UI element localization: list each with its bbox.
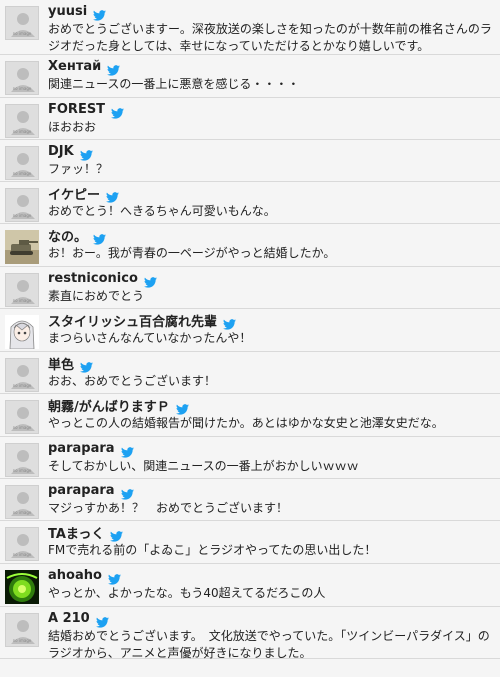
user-name[interactable]: yuusi — [48, 4, 87, 19]
tweet-item: スタイリッシュ百合腐れ先輩 まつらいさんなんていなかったんや！ — [0, 309, 500, 352]
tweet-item: no image 単色 おお、おめでとうございます！ — [0, 352, 500, 394]
tweet-text: やっとか、よかったな。もう40超えてるだろこの人 — [48, 586, 326, 600]
twitter-bird-icon[interactable] — [110, 527, 124, 542]
no-image-label: no image — [12, 425, 32, 430]
twitter-bird-icon[interactable] — [175, 400, 189, 415]
avatar[interactable]: no image — [5, 6, 39, 40]
tweet-text: おめでとう！へきるちゃん可愛いもんな。 — [48, 204, 276, 218]
user-name[interactable]: 朝霧/がんばりますＰ — [48, 396, 170, 415]
tweet-item: no image restniconico 素直におめでとう — [0, 267, 500, 309]
user-name[interactable]: A 210 — [48, 611, 90, 626]
twitter-bird-icon[interactable] — [107, 570, 121, 585]
avatar[interactable]: no image — [5, 358, 39, 392]
no-image-label: no image — [12, 86, 32, 91]
tweet-item: ahoaho やっとか、よかったな。もう40超えてるだろこの人 — [0, 564, 500, 607]
twitter-bird-icon[interactable] — [120, 485, 134, 500]
no-image-label: no image — [12, 383, 32, 388]
tweet-text: ほおおお — [48, 120, 97, 134]
user-name[interactable]: DJK — [48, 144, 74, 159]
tweet-item: no image parapara マジっすかあ！？ おめでとうございます！ — [0, 479, 500, 521]
tweet-text: 結婚おめでとうございます。 文化放送でやっていた。「ツインビーパラダイス」のラジ… — [48, 629, 490, 660]
tweet-item: no image parapara そしておかしい、関連ニュースの一番上がおかしいｗ… — [0, 437, 500, 479]
avatar[interactable]: no image — [5, 273, 39, 307]
tweet-text: おお、おめでとうございます！ — [48, 374, 217, 388]
avatar[interactable]: no image — [5, 188, 39, 222]
twitter-bird-icon[interactable] — [143, 273, 157, 288]
no-image-label: no image — [12, 552, 32, 557]
no-image-label: no image — [12, 638, 32, 643]
user-name[interactable]: FOREST — [48, 102, 105, 117]
twitter-bird-icon[interactable] — [95, 613, 109, 628]
avatar[interactable] — [5, 315, 39, 349]
tweet-text: おめでとうございますー。深夜放送の楽しさを知ったのが十数年前の椎名さんのラジオだ… — [48, 22, 492, 53]
no-image-label: no image — [12, 213, 32, 218]
tweet-item: なの。 お！おー。我が青春の一ページがやっと結婚したか。 — [0, 224, 500, 267]
user-name[interactable]: TAまっく — [48, 523, 104, 542]
no-image-label: no image — [12, 171, 32, 176]
tweet-item: no image 朝霧/がんばりますＰ やっとこの人の結婚報告が聞けたか。あとはゆか… — [0, 394, 500, 437]
user-name[interactable]: parapara — [48, 441, 115, 456]
tweet-list: no image yuusi おめでとうございますー。深夜放送の楽しさを知ったのが十… — [0, 0, 500, 660]
twitter-bird-icon[interactable] — [120, 443, 134, 458]
avatar[interactable]: no image — [5, 443, 39, 477]
user-name[interactable]: スタイリッシュ百合腐れ先輩 — [48, 311, 217, 330]
avatar[interactable]: no image — [5, 527, 39, 561]
tweet-text: ファッ！？ — [48, 162, 109, 176]
no-image-label: no image — [12, 298, 32, 303]
tweet-text: まつらいさんなんていなかったんや！ — [48, 331, 252, 345]
tweet-text: やっとこの人の結婚報告が聞けたか。あとはゆかな女史と池澤女史だな。 — [48, 416, 444, 430]
avatar[interactable]: no image — [5, 485, 39, 519]
twitter-bird-icon[interactable] — [106, 188, 120, 203]
user-name[interactable]: イケピー — [48, 184, 100, 203]
twitter-bird-icon[interactable] — [80, 358, 94, 373]
tweet-text: FMで売れる前の「よゐこ」とラジオやってたの思い出した！ — [48, 543, 377, 557]
tweet-item: no image TAまっく FMで売れる前の「よゐこ」とラジオやってたの思い出した… — [0, 521, 500, 564]
avatar[interactable]: no image — [5, 400, 39, 434]
tweet-text: マジっすかあ！？ おめでとうございます！ — [48, 501, 289, 515]
tweet-text: お！おー。我が青春の一ページがやっと結婚したか。 — [48, 246, 336, 260]
user-name[interactable]: restniconico — [48, 271, 138, 286]
tweet-text: 素直におめでとう — [48, 289, 145, 303]
user-name[interactable]: 単色 — [48, 354, 74, 373]
user-name[interactable]: parapara — [48, 483, 115, 498]
tweet-item: no image DJK ファッ！？ — [0, 140, 500, 182]
user-name[interactable]: ahoaho — [48, 568, 102, 583]
tweet-item: no image イケピー おめでとう！へきるちゃん可愛いもんな。 — [0, 182, 500, 224]
tweet-text: 関連ニュースの一番上に悪意を感じる・・・・ — [48, 77, 300, 91]
tweet-item: no image yuusi おめでとうございますー。深夜放送の楽しさを知ったのが十… — [0, 0, 500, 55]
twitter-bird-icon[interactable] — [107, 61, 121, 76]
twitter-bird-icon[interactable] — [93, 230, 107, 245]
avatar[interactable]: no image — [5, 613, 39, 647]
user-name[interactable]: Хентай — [48, 59, 101, 74]
avatar[interactable]: no image — [5, 61, 39, 95]
twitter-bird-icon[interactable] — [79, 146, 93, 161]
tweet-item: no image FOREST ほおおお — [0, 98, 500, 140]
avatar[interactable]: no image — [5, 146, 39, 180]
no-image-label: no image — [12, 510, 32, 515]
user-name[interactable]: なの。 — [48, 226, 87, 245]
twitter-bird-icon[interactable] — [93, 6, 107, 21]
twitter-bird-icon[interactable] — [223, 315, 237, 330]
tweet-item: no image A 210 結婚おめでとうございます。 文化放送でやっていた。「ツ… — [0, 607, 500, 660]
avatar[interactable] — [5, 570, 39, 604]
twitter-bird-icon[interactable] — [111, 104, 125, 119]
tweet-item: no image Хентай 関連ニュースの一番上に悪意を感じる・・・・ — [0, 55, 500, 98]
no-image-label: no image — [12, 468, 32, 473]
avatar[interactable]: no image — [5, 104, 39, 138]
avatar[interactable] — [5, 230, 39, 264]
no-image-label: no image — [12, 31, 32, 36]
tweet-text: そしておかしい、関連ニュースの一番上がおかしいｗｗｗ — [48, 459, 359, 473]
no-image-label: no image — [12, 129, 32, 134]
